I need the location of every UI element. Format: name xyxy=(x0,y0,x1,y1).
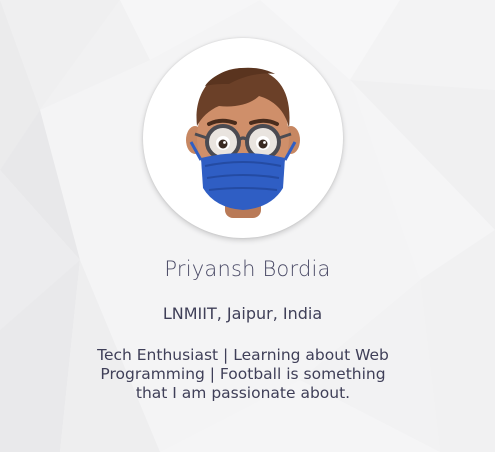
profile-bio: Tech Enthusiast | Learning about Web Pro… xyxy=(97,346,389,402)
profile-name: Priyansh Bordia xyxy=(164,257,331,281)
avatar xyxy=(143,38,343,238)
profile-location: LNMIIT, Jaipur, India xyxy=(162,304,323,323)
memoji-avatar-image xyxy=(186,67,300,218)
profile-card: Priyansh Bordia LNMIIT, Jaipur, India Te… xyxy=(0,0,495,452)
